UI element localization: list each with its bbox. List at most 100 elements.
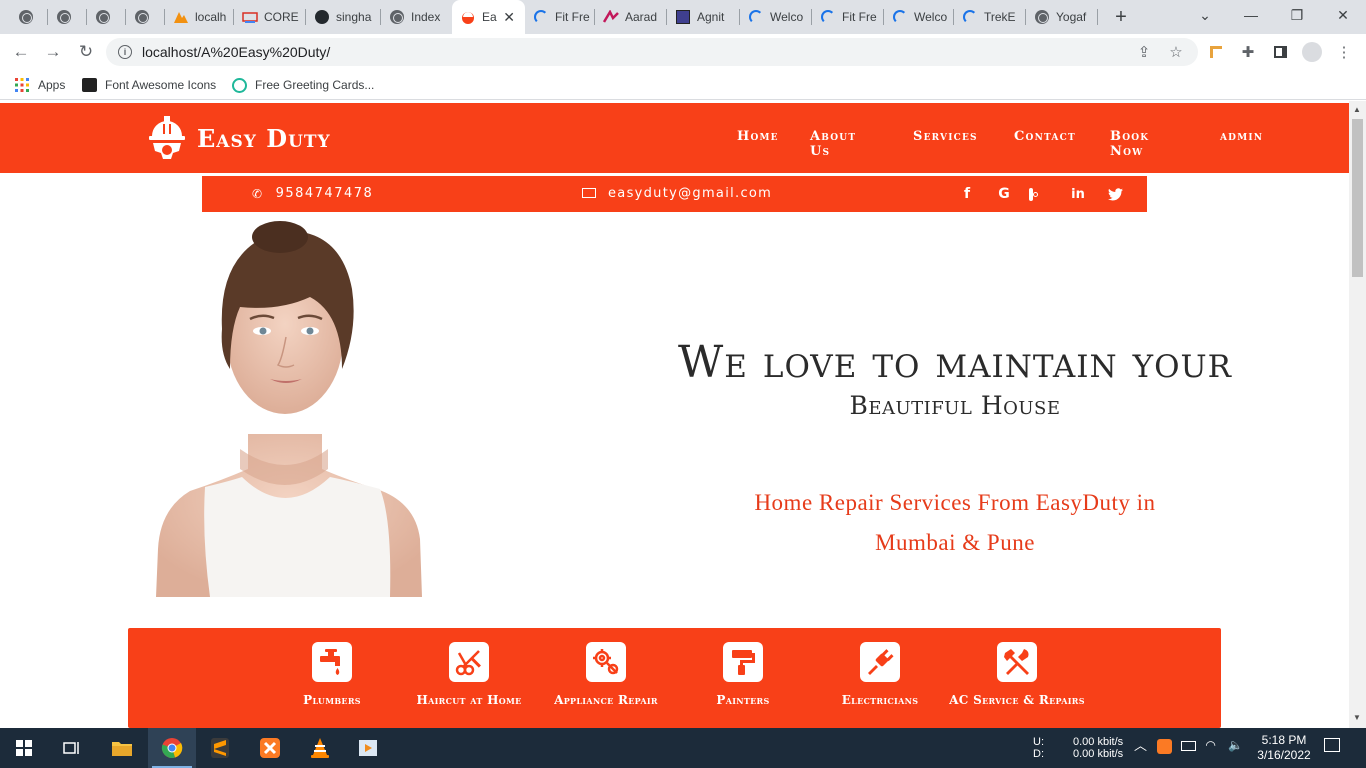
tab-17[interactable]: Yogaf — [1026, 0, 1098, 34]
phone-contact[interactable]: ✆ 9584747478 — [252, 186, 373, 201]
tab-11[interactable]: Aarad — [595, 0, 667, 34]
forward-icon[interactable]: → — [42, 41, 64, 63]
minimize-button[interactable]: — — [1228, 0, 1274, 30]
site-logo[interactable]: Easy Duty — [145, 115, 331, 161]
service-painters[interactable]: Painters — [668, 642, 818, 710]
service-ac-repairs[interactable]: AC Service & Repairs — [942, 642, 1092, 710]
service-label: Painters — [716, 693, 770, 707]
vlc-icon[interactable] — [296, 728, 344, 768]
email-contact[interactable]: easyduty@gmail.com — [582, 186, 772, 201]
page-scrollbar[interactable]: ▲ ▼ — [1349, 101, 1366, 728]
browser-toolbar: ← → ↻ i localhost/A%20Easy%20Duty/ ⇪ ☆ ✚… — [0, 34, 1366, 70]
tab-9-active[interactable]: Ea ✕ — [452, 0, 525, 34]
new-tab-button[interactable]: + — [1098, 2, 1144, 32]
tab-8[interactable]: Index — [381, 0, 452, 34]
task-view-icon[interactable] — [48, 728, 96, 768]
battery-icon[interactable] — [1181, 741, 1196, 754]
show-hidden-icons-icon[interactable]: ︿ — [1134, 739, 1147, 752]
profile-avatar-icon[interactable] — [1302, 42, 1322, 62]
more-menu-icon[interactable]: ⋮ — [1334, 42, 1354, 62]
tab-1[interactable] — [10, 0, 48, 34]
back-icon[interactable]: ← — [10, 41, 32, 63]
bookmark-font-awesome[interactable]: Font Awesome Icons — [81, 76, 216, 94]
tab-2[interactable] — [48, 0, 87, 34]
linkedin-icon[interactable]: in — [1070, 185, 1086, 203]
tab-13[interactable]: Welco — [740, 0, 812, 34]
tab-search-icon[interactable]: ⌄ — [1182, 0, 1228, 30]
bookmark-greeting-cards[interactable]: Free Greeting Cards... — [231, 76, 374, 94]
agnit-icon — [675, 9, 691, 25]
xampp-tray-icon[interactable] — [1157, 739, 1172, 757]
envelope-icon — [582, 187, 596, 198]
nav-home[interactable]: Home — [737, 129, 779, 144]
social-links: f G in — [959, 185, 1144, 203]
loading-icon — [820, 9, 836, 25]
service-electricians[interactable]: Electricians — [805, 642, 955, 710]
nav-about-us[interactable]: About Us — [810, 129, 856, 159]
scroll-down-icon[interactable]: ▼ — [1353, 713, 1361, 722]
site-header: Easy Duty Home About Us Services Contact… — [0, 103, 1349, 173]
file-explorer-icon[interactable] — [98, 728, 146, 768]
clock[interactable]: 5:18 PM 3/16/2022 — [1252, 733, 1316, 763]
tab-6[interactable]: CORE — [234, 0, 306, 34]
scroll-up-icon[interactable]: ▲ — [1353, 105, 1361, 114]
windows-taskbar: U: D: 0.00 kbit/s 0.00 kbit/s ︿ ◜◝ 🔈 5:18… — [0, 728, 1366, 768]
scroll-thumb[interactable] — [1352, 119, 1363, 277]
xampp-icon[interactable] — [246, 728, 294, 768]
gear-wrench-icon — [586, 642, 626, 682]
nav-admin[interactable]: admin — [1220, 129, 1263, 144]
close-window-button[interactable]: ✕ — [1320, 0, 1366, 30]
chrome-taskbar-icon[interactable] — [148, 728, 196, 768]
phpmyadmin-icon — [173, 9, 189, 25]
side-panel-icon[interactable] — [1270, 42, 1290, 62]
tab-7[interactable]: singha — [306, 0, 381, 34]
phone-icon: ✆ — [252, 186, 264, 201]
tab-16[interactable]: TrekE — [954, 0, 1026, 34]
extensions-puzzle-icon[interactable]: ✚ — [1238, 42, 1258, 62]
tab-strip: localh CORE singha Index Ea ✕ Fit Fre Aar… — [0, 0, 1366, 34]
tab-15[interactable]: Welco — [884, 0, 954, 34]
faucet-icon — [312, 642, 352, 682]
tab-10[interactable]: Fit Fre — [525, 0, 595, 34]
service-plumbers[interactable]: Plumbers — [257, 642, 407, 710]
clock-date: 3/16/2022 — [1257, 748, 1311, 762]
loading-icon — [748, 9, 764, 25]
site-info-icon[interactable]: i — [118, 45, 132, 59]
plug-icon — [860, 642, 900, 682]
service-label: AC Service & Repairs — [949, 693, 1085, 707]
sublime-text-icon[interactable] — [196, 728, 244, 768]
brand-name: Easy Duty — [197, 123, 331, 153]
twitter-icon[interactable] — [1107, 185, 1123, 203]
share-icon[interactable]: ⇪ — [1134, 42, 1154, 62]
wifi-icon[interactable]: ◜◝ — [1206, 739, 1215, 751]
extension-ruler-icon[interactable] — [1206, 42, 1226, 62]
bookmarks-bar: Apps Font Awesome Icons Free Greeting Ca… — [0, 70, 1366, 100]
globe-icon — [134, 9, 150, 25]
hero-woman-image — [156, 221, 422, 597]
bookmark-star-icon[interactable]: ☆ — [1166, 42, 1186, 62]
google-icon[interactable]: G — [996, 185, 1012, 203]
media-player-icon[interactable] — [344, 728, 392, 768]
nav-contact[interactable]: Contact — [1014, 129, 1076, 144]
close-tab-icon[interactable]: ✕ — [503, 9, 515, 26]
bookmark-apps[interactable]: Apps — [14, 76, 65, 94]
volume-icon[interactable]: 🔈 — [1228, 739, 1243, 751]
service-appliance-repair[interactable]: Appliance Repair — [531, 642, 681, 710]
flag-icon — [81, 77, 97, 93]
tab-14[interactable]: Fit Fre — [812, 0, 884, 34]
tab-4[interactable] — [126, 0, 165, 34]
notifications-icon[interactable] — [1324, 738, 1340, 755]
instagram-icon[interactable] — [1028, 185, 1049, 203]
service-label: Plumbers — [303, 693, 361, 707]
address-bar[interactable]: i localhost/A%20Easy%20Duty/ — [106, 38, 1198, 66]
nav-book-now[interactable]: Book Now — [1110, 129, 1149, 159]
tab-12[interactable]: Agnit — [667, 0, 740, 34]
restore-button[interactable]: ❐ — [1274, 0, 1320, 30]
windows-start-icon[interactable] — [0, 728, 48, 768]
nav-services[interactable]: Services — [913, 129, 978, 144]
service-haircut[interactable]: Haircut at Home — [394, 642, 544, 710]
facebook-icon[interactable]: f — [959, 185, 975, 203]
tab-5[interactable]: localh — [165, 0, 234, 34]
reload-icon[interactable]: ↻ — [75, 41, 97, 63]
tab-3[interactable] — [87, 0, 126, 34]
